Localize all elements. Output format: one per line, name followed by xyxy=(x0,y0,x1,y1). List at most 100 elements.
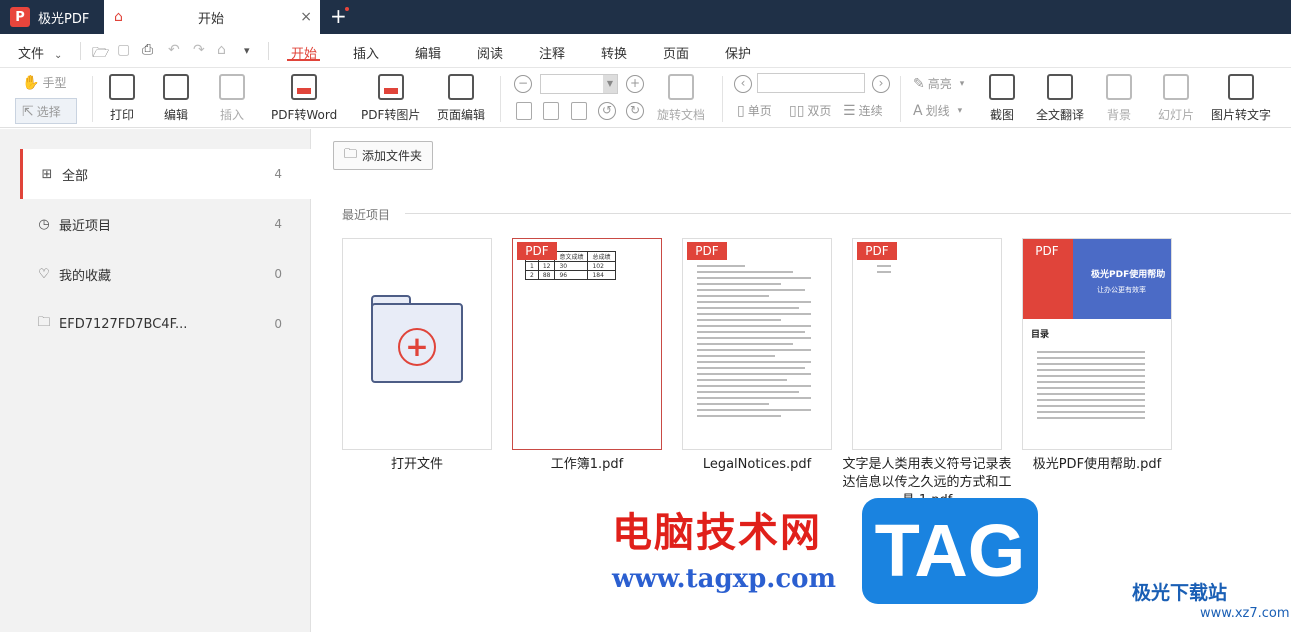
app-logo-icon: P xyxy=(10,7,30,27)
rotate-doc-icon xyxy=(668,74,694,100)
save-icon[interactable]: ▢ xyxy=(117,42,130,58)
sidebar-item-label: 全部 xyxy=(62,168,89,184)
divider xyxy=(500,76,501,122)
new-tab-dot-icon xyxy=(345,7,349,11)
page-number-input[interactable] xyxy=(757,73,865,93)
tab-annotate[interactable]: 注释 xyxy=(539,43,565,62)
continuous-button[interactable]: ☰ 连续 xyxy=(843,102,883,119)
highlighter-icon: ✎ xyxy=(913,75,925,92)
open-file-card[interactable]: + xyxy=(342,238,492,450)
app-tab[interactable]: P 极光PDF xyxy=(0,0,104,34)
tab-edit[interactable]: 编辑 xyxy=(415,43,441,62)
tab-start[interactable]: ⌂ 开始 × xyxy=(104,0,320,34)
screenshot-icon xyxy=(989,74,1015,100)
file-card[interactable]: PDF xyxy=(852,238,1002,450)
file-card[interactable]: PDF xyxy=(682,238,832,450)
sidebar-item-all[interactable]: ⊞ 全部 4 xyxy=(20,149,311,199)
slideshow-button[interactable]: 幻灯片 xyxy=(1158,74,1194,123)
active-tab-indicator xyxy=(287,59,320,61)
file-menu[interactable]: 文件 ⌄ xyxy=(18,43,62,62)
chevron-down-icon: ▾ xyxy=(959,78,965,89)
insert-button[interactable]: 插入 xyxy=(219,74,245,123)
sidebar-item-folder[interactable]: 🗀 EFD7127FD7BC4F... 0 xyxy=(20,299,311,349)
divider xyxy=(900,76,901,122)
sidebar-item-label: 最近项目 xyxy=(59,218,112,234)
sidebar-item-count: 0 xyxy=(274,267,282,281)
fit-page-icon[interactable] xyxy=(516,102,532,120)
app-name: 极光PDF xyxy=(38,11,90,27)
highlight-label: 高亮 xyxy=(927,77,952,91)
prev-page-icon[interactable]: ‹ xyxy=(734,75,752,93)
hand-tool-button[interactable]: ✋ 手型 xyxy=(22,74,66,91)
full-translate-button[interactable]: 全文翻译 xyxy=(1036,74,1084,123)
next-page-icon[interactable]: › xyxy=(872,75,890,93)
plus-icon: + xyxy=(398,328,436,366)
home-quick-icon[interactable]: ⌂ xyxy=(217,42,226,58)
zoom-select[interactable]: ▼ xyxy=(540,74,618,94)
file-name[interactable]: LegalNotices.pdf xyxy=(672,456,842,474)
print-button[interactable]: 打印 xyxy=(109,74,135,123)
hand-icon: ✋ xyxy=(22,74,40,91)
divider xyxy=(92,76,93,122)
single-page-button[interactable]: ▯ 单页 xyxy=(737,102,772,119)
screenshot-button[interactable]: 截图 xyxy=(989,74,1015,123)
divider xyxy=(268,42,269,60)
tab-protect[interactable]: 保护 xyxy=(725,43,751,62)
file-name[interactable]: 极光PDF使用帮助.pdf xyxy=(1012,456,1182,474)
image-to-text-button[interactable]: 图片转文字 xyxy=(1211,74,1271,123)
continuous-label: 连续 xyxy=(858,104,883,118)
print-quick-icon[interactable]: ⎙ xyxy=(142,42,153,58)
open-folder-icon[interactable]: 🗁 xyxy=(92,42,109,66)
single-page-label: 单页 xyxy=(747,104,772,118)
file-name[interactable]: 工作簿1.pdf xyxy=(502,456,672,474)
undo-icon[interactable]: ↶ xyxy=(168,42,180,58)
add-folder-label: 添加文件夹 xyxy=(362,149,423,163)
double-page-button[interactable]: ▯▯ 双页 xyxy=(789,102,831,119)
pdf-badge: PDF xyxy=(1027,242,1067,260)
chevron-down-icon: ▾ xyxy=(957,105,963,116)
print-label: 打印 xyxy=(109,108,134,122)
tab-title: 开始 xyxy=(198,11,225,27)
highlight-button[interactable]: ✎ 高亮 ▾ xyxy=(913,75,964,92)
edit-button[interactable]: 编辑 xyxy=(163,74,189,123)
page-edit-button[interactable]: 页面编辑 xyxy=(437,74,485,123)
file-name[interactable]: 打开文件 xyxy=(332,456,502,474)
edit-doc-icon xyxy=(163,74,189,100)
background-button[interactable]: 背景 xyxy=(1106,74,1132,123)
file-card[interactable]: 意文成绩 总成绩 1 12 30 102 2 88 96 184 PDF xyxy=(512,238,662,450)
tab-page[interactable]: 页面 xyxy=(663,43,689,62)
pdf-to-word-label: PDF转Word xyxy=(271,108,338,122)
ocr-icon xyxy=(1228,74,1254,100)
select-tool-button[interactable]: ⇱ 选择 xyxy=(22,103,61,120)
divider xyxy=(405,213,1291,214)
pdf-to-word-button[interactable]: PDF转Word xyxy=(271,74,337,123)
sidebar-item-count: 4 xyxy=(274,167,282,181)
rotate-right-icon[interactable]: ↻ xyxy=(626,102,644,120)
actual-size-icon[interactable] xyxy=(571,102,587,120)
tab-insert[interactable]: 插入 xyxy=(353,43,379,62)
sidebar-item-recent[interactable]: ◷ 最近项目 4 xyxy=(20,199,311,249)
select-label: 选择 xyxy=(36,105,61,119)
zoom-out-icon[interactable]: − xyxy=(514,75,532,93)
thumbnail-text-lines xyxy=(697,265,817,421)
page-grid-icon xyxy=(448,74,474,100)
tab-convert[interactable]: 转换 xyxy=(601,43,627,62)
rotate-left-icon[interactable]: ↺ xyxy=(598,102,616,120)
quick-access-more-icon[interactable]: ▾ xyxy=(244,44,250,57)
fit-width-icon[interactable] xyxy=(543,102,559,120)
add-folder-button[interactable]: 🗀 添加文件夹 xyxy=(333,141,433,170)
pdf-to-image-button[interactable]: PDF转图片 xyxy=(361,74,420,123)
grid-icon: ⊞ xyxy=(41,166,53,182)
sidebar-item-label: 我的收藏 xyxy=(59,268,112,284)
insert-label: 插入 xyxy=(219,108,244,122)
file-card[interactable]: 极光PDF使用帮助 让办公更有效率 PDF 目录 xyxy=(1022,238,1172,450)
tab-read[interactable]: 阅读 xyxy=(477,43,503,62)
redo-icon[interactable]: ↷ xyxy=(193,42,205,58)
close-tab-button[interactable]: × xyxy=(300,9,312,25)
zoom-in-icon[interactable]: + xyxy=(626,75,644,93)
underline-button[interactable]: A 划线 ▾ xyxy=(913,102,962,119)
sidebar-item-favorites[interactable]: ♡ 我的收藏 0 xyxy=(20,249,311,299)
rotate-doc-button[interactable]: 旋转文档 xyxy=(657,74,705,123)
help-cover-toc: 目录 xyxy=(1031,330,1050,340)
edit-label: 编辑 xyxy=(163,108,188,122)
